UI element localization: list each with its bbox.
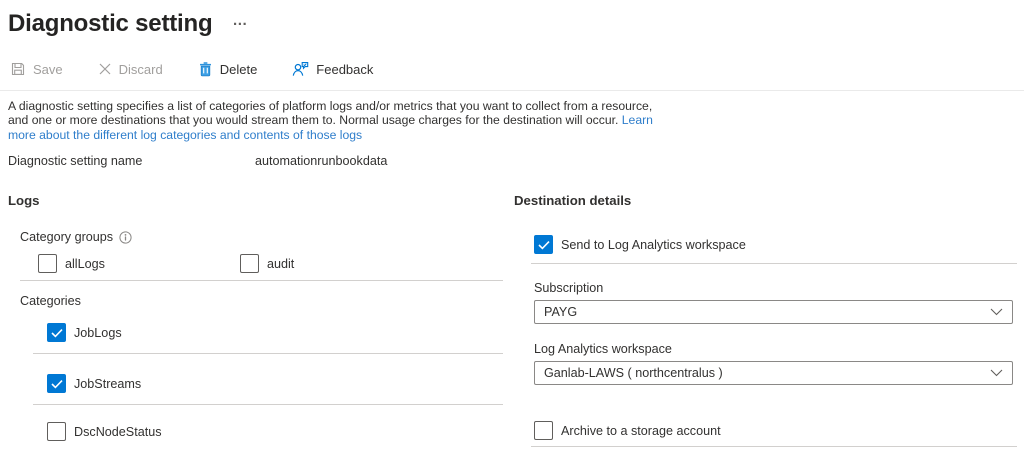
checkbox-row-audit[interactable]: audit bbox=[240, 254, 294, 273]
category-groups-label: Category groups bbox=[20, 230, 113, 245]
chevron-down-icon bbox=[990, 308, 1003, 316]
send-to-law-checkbox[interactable] bbox=[534, 235, 553, 254]
save-button[interactable]: Save bbox=[10, 61, 63, 77]
checkbox-row-send-to-law[interactable]: Send to Log Analytics workspace bbox=[534, 235, 1024, 254]
category-groups-label-row: Category groups bbox=[20, 230, 505, 245]
title-row: Diagnostic setting … bbox=[0, 0, 1024, 38]
joblogs-checkbox[interactable] bbox=[47, 323, 66, 342]
discard-label: Discard bbox=[119, 62, 163, 77]
workspace-label: Log Analytics workspace bbox=[534, 342, 1024, 357]
trash-icon bbox=[198, 61, 213, 77]
discard-button[interactable]: Discard bbox=[98, 62, 163, 77]
dscnodestatus-checkbox[interactable] bbox=[47, 422, 66, 441]
subscription-label: Subscription bbox=[534, 281, 1024, 296]
workspace-value: Ganlab-LAWS ( northcentralus ) bbox=[544, 366, 723, 380]
checkbox-row-archive[interactable]: Archive to a storage account bbox=[534, 421, 1024, 440]
archive-label: Archive to a storage account bbox=[561, 424, 721, 438]
info-icon[interactable] bbox=[119, 231, 132, 244]
toolbar-divider bbox=[0, 90, 1024, 91]
category-groups-row: allLogs audit bbox=[38, 254, 505, 273]
audit-label: audit bbox=[267, 257, 294, 271]
destination-header: Destination details bbox=[514, 193, 1024, 209]
workspace-select[interactable]: Ganlab-LAWS ( northcentralus ) bbox=[534, 361, 1013, 385]
checkbox-row-jobstreams[interactable]: JobStreams bbox=[47, 374, 505, 393]
description-line1: A diagnostic setting specifies a list of… bbox=[8, 99, 1024, 113]
categories-label: Categories bbox=[20, 294, 505, 309]
more-menu-button[interactable]: … bbox=[232, 12, 248, 29]
feedback-icon bbox=[292, 61, 309, 77]
page-title: Diagnostic setting bbox=[8, 10, 212, 38]
archive-checkbox[interactable] bbox=[534, 421, 553, 440]
description: A diagnostic setting specifies a list of… bbox=[8, 99, 1024, 142]
diagnostic-name-row: Diagnostic setting name automationrunboo… bbox=[8, 154, 1024, 168]
jobstreams-checkbox[interactable] bbox=[47, 374, 66, 393]
divider bbox=[33, 353, 503, 354]
delete-label: Delete bbox=[220, 62, 258, 77]
dscnodestatus-label: DscNodeStatus bbox=[74, 425, 162, 439]
joblogs-label: JobLogs bbox=[74, 326, 122, 340]
diagnostic-setting-page: Diagnostic setting … Save Discard Delete bbox=[0, 0, 1024, 467]
chevron-down-icon bbox=[990, 369, 1003, 377]
jobstreams-label: JobStreams bbox=[74, 377, 141, 391]
learn-more-link[interactable]: Learn bbox=[622, 113, 653, 127]
send-to-law-label: Send to Log Analytics workspace bbox=[561, 238, 746, 252]
description-line2: and one or more destinations that you wo… bbox=[8, 113, 1024, 127]
divider bbox=[531, 446, 1017, 447]
discard-icon bbox=[98, 62, 112, 76]
checkbox-row-joblogs[interactable]: JobLogs bbox=[47, 323, 505, 342]
toolbar: Save Discard Delete Feedback bbox=[10, 57, 1024, 81]
divider bbox=[531, 263, 1017, 264]
destination-section: Destination details Send to Log Analytic… bbox=[505, 193, 1024, 447]
audit-checkbox[interactable] bbox=[240, 254, 259, 273]
save-label: Save bbox=[33, 62, 63, 77]
learn-more-link-continued[interactable]: more about the different log categories … bbox=[8, 128, 362, 142]
description-line3: more about the different log categories … bbox=[8, 128, 1024, 142]
feedback-button[interactable]: Feedback bbox=[292, 61, 373, 77]
diagnostic-name-value: automationrunbookdata bbox=[255, 154, 387, 168]
diagnostic-name-label: Diagnostic setting name bbox=[8, 154, 255, 168]
subscription-value: PAYG bbox=[544, 305, 577, 319]
logs-header: Logs bbox=[8, 193, 505, 209]
divider bbox=[33, 404, 503, 405]
checkbox-row-dscnodestatus[interactable]: DscNodeStatus bbox=[47, 422, 505, 441]
divider bbox=[20, 280, 503, 281]
subscription-select[interactable]: PAYG bbox=[534, 300, 1013, 324]
checkbox-row-alllogs[interactable]: allLogs bbox=[38, 254, 240, 273]
delete-button[interactable]: Delete bbox=[198, 61, 258, 77]
alllogs-checkbox[interactable] bbox=[38, 254, 57, 273]
logs-section: Logs Category groups allLogs audit Categ bbox=[0, 193, 505, 447]
save-icon bbox=[10, 61, 26, 77]
alllogs-label: allLogs bbox=[65, 257, 105, 271]
feedback-label: Feedback bbox=[316, 62, 373, 77]
